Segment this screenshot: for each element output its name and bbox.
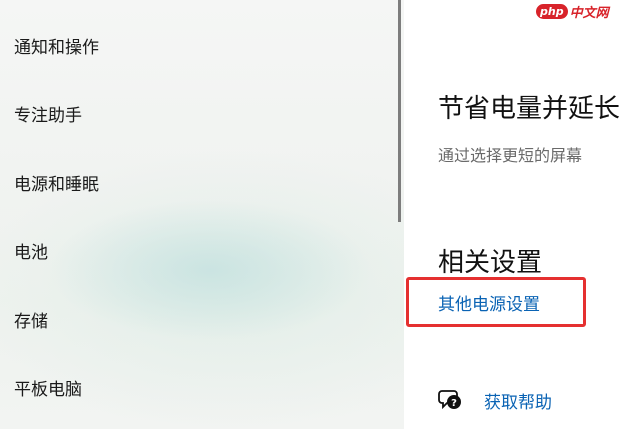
additional-power-settings-link[interactable]: 其他电源设置 (438, 290, 540, 315)
svg-text:?: ? (451, 398, 457, 409)
settings-sidebar: 通知和操作 专注助手 电源和睡眠 电池 存储 平板电脑 (0, 0, 404, 429)
question-chat-icon: ? (438, 388, 464, 412)
section-title: 节省电量并延长 (438, 94, 620, 124)
sidebar-scrollbar[interactable] (398, 0, 401, 222)
related-settings-title: 相关设置 (438, 248, 543, 278)
watermark-badge: php (536, 3, 568, 19)
section-description: 通过选择更短的屏幕 (438, 146, 583, 165)
watermark-text: 中文网 (569, 5, 609, 21)
sidebar-item-power-sleep[interactable]: 电源和睡眠 (14, 170, 99, 200)
get-help-link[interactable]: ? 获取帮助 (438, 386, 552, 414)
sidebar-item-notifications[interactable]: 通知和操作 (14, 33, 99, 63)
sidebar-item-battery[interactable]: 电池 (14, 238, 48, 268)
php-cn-watermark: php 中文网 (536, 2, 609, 21)
sidebar-item-storage[interactable]: 存储 (14, 307, 48, 337)
sidebar-item-focus-assist[interactable]: 专注助手 (14, 101, 82, 131)
sidebar-item-tablet[interactable]: 平板电脑 (14, 375, 82, 405)
settings-main-panel: 节省电量并延长 通过选择更短的屏幕 相关设置 其他电源设置 ? 获取帮助 (404, 0, 620, 429)
get-help-label: 获取帮助 (484, 392, 552, 413)
